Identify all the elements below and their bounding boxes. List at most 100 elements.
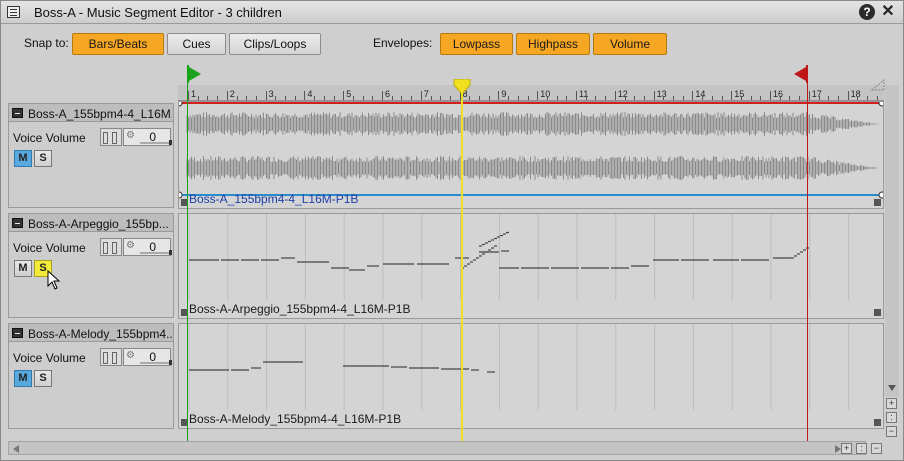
envelope-handle[interactable] (179, 191, 183, 199)
mute-button[interactable]: M (14, 150, 32, 167)
ruler-subtick (488, 96, 490, 100)
snap-clips-loops-button[interactable]: Clips/Loops (229, 33, 321, 55)
ruler-subtick (197, 96, 199, 100)
envelope-handle[interactable] (878, 102, 883, 107)
track-header-3: Boss-A-Melody_155bpm4... Voice Volume ⚙ … (8, 323, 174, 429)
zoom-fit-vertical-icon[interactable]: : (886, 412, 897, 423)
solo-button[interactable]: S (34, 150, 52, 167)
ruler-tick (420, 91, 422, 100)
voice-volume-link-icon[interactable] (100, 238, 122, 256)
ruler-subtick (246, 96, 248, 100)
ruler-tick (770, 91, 771, 100)
scroll-down-icon[interactable] (887, 383, 897, 393)
clip-resize-handle[interactable] (874, 419, 881, 426)
ruler-subtick (740, 96, 742, 100)
voice-volume-field[interactable]: ⚙ 0 (123, 238, 172, 256)
ruler-subtick (294, 96, 296, 100)
track-lane-1[interactable]: Boss-A_155bpm4-4_L16M-P1B (178, 101, 884, 209)
ruler-subtick (255, 96, 257, 100)
vertical-scrollbar[interactable] (885, 85, 899, 397)
ruler-subtick (682, 96, 684, 100)
ruler-subtick (837, 96, 839, 100)
horizontal-scrollbar[interactable] (8, 441, 866, 455)
help-button[interactable]: ? (859, 4, 875, 20)
voice-volume-label: Voice Volume (13, 241, 86, 255)
clip-resize-handle[interactable] (874, 199, 881, 206)
ruler-bar-label: 12 (617, 89, 628, 99)
collapse-toggle-icon[interactable] (12, 108, 23, 118)
scroll-left-icon[interactable] (11, 444, 21, 454)
ruler-subtick (401, 96, 403, 100)
voice-volume-link-icon[interactable] (100, 348, 122, 366)
ruler-bar-label: 6 (385, 89, 391, 99)
window-menu-icon[interactable] (7, 6, 20, 18)
ruler-subtick (760, 96, 762, 100)
track-lane-2[interactable]: Boss-A-Arpeggio_155bpm4-4_L16M-P1B (178, 213, 884, 319)
ruler-subtick (867, 96, 868, 100)
ruler-subtick (702, 96, 704, 100)
timeline-ruler[interactable]: 1 2 3 4 5 6 7 8 9 10 11 12 13 14 15 16 17 18 (178, 85, 884, 101)
ruler-subtick (857, 96, 859, 100)
ruler-subtick (323, 96, 325, 100)
voice-volume-field[interactable]: ⚙ 0 (123, 128, 172, 146)
mute-button[interactable]: M (14, 370, 32, 387)
track-lane-3[interactable]: Boss-A-Melody_155bpm4-4_L16M-P1B (178, 323, 884, 429)
ruler-subtick (236, 96, 238, 100)
ruler-tick (188, 91, 189, 100)
ruler-subtick (372, 96, 374, 100)
ruler-tick (847, 91, 849, 100)
ruler-tick (265, 91, 267, 100)
ruler-subtick (876, 96, 878, 100)
collapse-toggle-icon[interactable] (12, 328, 23, 338)
snap-bars-beats-button[interactable]: Bars/Beats (72, 33, 164, 55)
mute-button[interactable]: M (14, 260, 32, 277)
ruler-subtick (469, 96, 471, 100)
track-name: Boss-A-Melody_155bpm4... (28, 327, 172, 341)
ruler-subtick (673, 96, 674, 100)
ruler-subtick (721, 96, 723, 100)
zoom-out-horizontal-icon[interactable]: − (871, 443, 882, 454)
zoom-in-horizontal-icon[interactable]: + (841, 443, 852, 454)
envelope-highpass-button[interactable]: Highpass (516, 33, 590, 55)
toolbar: Snap to: Bars/Beats Cues Clips/Loops Env… (1, 25, 903, 63)
ruler-bar-label: 11 (579, 89, 589, 99)
voice-volume-slider[interactable] (140, 250, 172, 255)
ruler-bar-label: 18 (850, 89, 861, 99)
gear-icon: ⚙ (126, 350, 135, 361)
snap-cues-button[interactable]: Cues (167, 33, 226, 55)
zoom-fit-horizontal-icon[interactable]: : (856, 443, 867, 454)
track-name: Boss-A-Arpeggio_155bp... (28, 217, 169, 231)
ruler-subtick (508, 96, 510, 100)
ruler-bar-label: 5 (346, 89, 352, 99)
waveform-channel-2 (186, 156, 879, 180)
clip-resize-handle[interactable] (874, 309, 881, 316)
zoom-in-vertical-icon[interactable]: + (886, 398, 897, 409)
voice-volume-link-icon[interactable] (100, 128, 122, 146)
ruler-subtick (352, 96, 354, 100)
ruler-bar-label: 17 (811, 89, 822, 99)
clip-label: Boss-A-Arpeggio_155bpm4-4_L16M-P1B (189, 302, 411, 316)
solo-button[interactable]: S (34, 370, 52, 387)
ruler-subtick (634, 96, 636, 100)
voice-volume-field[interactable]: ⚙ 0 (123, 348, 172, 366)
entry-marker-icon[interactable] (185, 65, 203, 83)
ruler-bar-label: 13 (656, 89, 667, 99)
close-button[interactable]: ✕ (879, 3, 897, 21)
envelope-handle[interactable] (878, 191, 883, 199)
envelope-lowpass-button[interactable]: Lowpass (440, 33, 513, 55)
playhead-line (461, 91, 463, 441)
voice-volume-label: Voice Volume (13, 131, 86, 145)
waveform-channel-1 (186, 112, 879, 136)
ruler-tick (653, 91, 655, 100)
ruler-subtick (391, 96, 393, 100)
zoom-out-vertical-icon[interactable]: − (886, 426, 897, 437)
voice-volume-slider[interactable] (140, 140, 172, 145)
track-name-bar: Boss-A_155bpm4-4_L16M... (9, 104, 173, 122)
exit-marker-icon[interactable] (792, 65, 810, 83)
ruler-subtick (556, 96, 558, 100)
envelope-handle[interactable] (179, 102, 183, 107)
collapse-toggle-icon[interactable] (12, 218, 23, 228)
voice-volume-slider[interactable] (140, 360, 172, 365)
envelope-volume-button[interactable]: Volume (593, 33, 667, 55)
ruler-subtick (605, 96, 607, 100)
